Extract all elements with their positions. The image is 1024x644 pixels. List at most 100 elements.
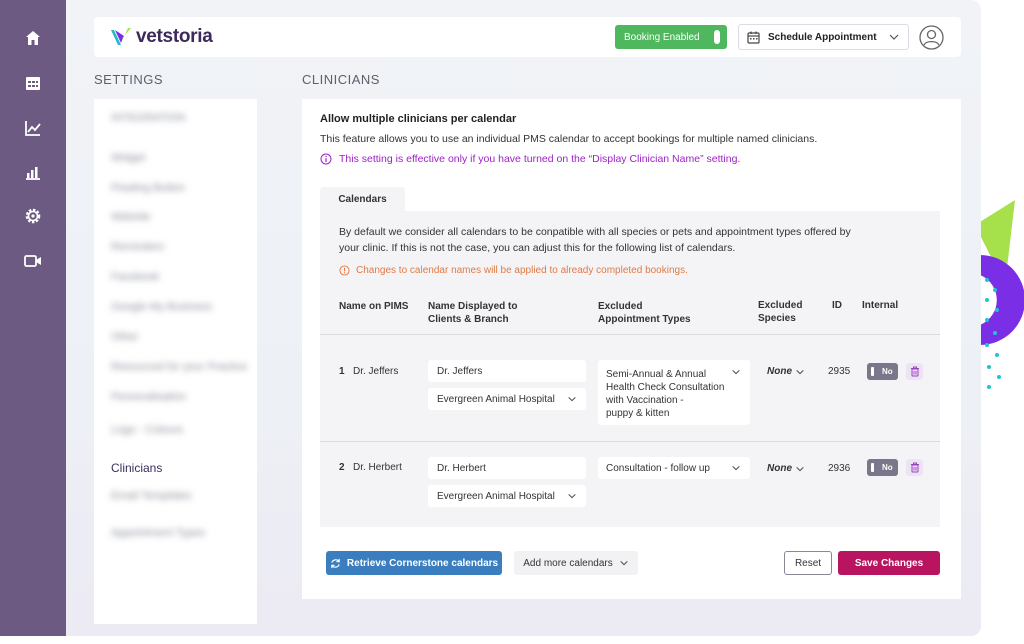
chevron-down-icon (568, 493, 576, 499)
chevron-down-icon (620, 560, 628, 566)
schedule-appointment-dropdown[interactable]: Schedule Appointment (738, 24, 909, 50)
excluded-types-line: Consultation - follow up (606, 462, 710, 474)
internal-toggle[interactable]: No (867, 459, 898, 476)
calendar-grid-icon[interactable] (23, 73, 43, 93)
settings-title: SETTINGS (94, 72, 164, 87)
video-icon[interactable] (23, 251, 43, 271)
clinicians-title: CLINICIANS (302, 72, 380, 87)
branch-select[interactable]: Evergreen Animal Hospital (428, 388, 586, 410)
settings-item-other[interactable]: Other (111, 331, 139, 343)
display-name-input[interactable]: Dr. Jeffers (428, 360, 586, 382)
settings-item-widget[interactable]: Widget (111, 152, 145, 164)
excluded-species-value: None (767, 366, 792, 377)
toggle-knob (714, 30, 720, 44)
nav-sidebar (0, 0, 66, 636)
internal-toggle[interactable]: No (867, 363, 898, 380)
col-id: ID (832, 300, 842, 311)
info-icon (320, 153, 332, 165)
clinicians-heading: Allow multiple clinicians per calendar (320, 113, 517, 125)
chevron-down-icon (732, 369, 740, 375)
trash-icon (910, 366, 919, 377)
display-name-input[interactable]: Dr. Herbert (428, 457, 586, 479)
delete-calendar-button[interactable] (906, 363, 923, 380)
col-excluded-species-line2: Species (758, 313, 796, 324)
col-name-on-pims: Name on PIMS (339, 301, 409, 312)
add-more-label: Add more calendars (523, 557, 613, 569)
branch-value: Evergreen Animal Hospital (437, 393, 555, 405)
chevron-down-icon (796, 466, 804, 472)
col-excluded-species: Excluded Species (758, 299, 802, 325)
chevron-down-icon (732, 465, 740, 471)
display-name-value: Dr. Jeffers (437, 365, 483, 377)
logo-text: vetstoria (136, 26, 213, 47)
settings-item-email-templates[interactable]: Email Templates (111, 490, 192, 502)
excluded-types-line: with Vaccination - (606, 395, 684, 406)
schedule-label: Schedule Appointment (768, 31, 877, 43)
excluded-types-select[interactable]: Consultation - follow up (598, 457, 750, 479)
booking-enabled-toggle[interactable]: Booking Enabled (615, 25, 727, 49)
excluded-types-line: puppy & kitten (606, 408, 670, 419)
delete-calendar-button[interactable] (906, 459, 923, 476)
excluded-species-select[interactable]: None (767, 366, 792, 377)
row-index: 1 (339, 366, 345, 377)
internal-toggle-label: No (882, 463, 893, 472)
settings-item-google[interactable]: Google My Business (111, 301, 212, 313)
col-name-displayed: Name Displayed to Clients & Branch (428, 300, 517, 326)
branch-value: Evergreen Animal Hospital (437, 490, 555, 502)
settings-item-floating-button[interactable]: Floating Button (111, 182, 185, 194)
row-pims-name: Dr. Jeffers (353, 366, 399, 377)
tab-calendars[interactable]: Calendars (320, 187, 405, 211)
clinicians-description: This feature allows you to use an indivi… (320, 133, 818, 145)
settings-item-integration[interactable]: INTEGRATION (111, 112, 185, 124)
display-name-value: Dr. Herbert (437, 462, 486, 474)
gear-icon[interactable] (23, 206, 43, 226)
settings-item-logo-colours[interactable]: Logo - Colours (111, 424, 183, 436)
calendars-description-line2: your clinic. If this is not the case, yo… (339, 242, 736, 254)
vetstoria-logo: vetstoria (110, 26, 213, 48)
chevron-down-icon (796, 369, 804, 375)
settings-item-website[interactable]: Website (111, 211, 151, 223)
col-name-displayed-line2: Clients & Branch (428, 314, 509, 325)
warning-icon (339, 265, 350, 276)
internal-toggle-label: No (882, 367, 893, 376)
settings-item-clinicians[interactable]: Clinicians (111, 461, 162, 475)
settings-item-facebook[interactable]: Facebook (111, 271, 159, 283)
bar-chart-icon[interactable] (23, 162, 43, 182)
settings-item-personalisation[interactable]: Personalisation (111, 391, 186, 403)
col-internal: Internal (862, 300, 899, 311)
row-pims-name: Dr. Herbert (353, 462, 402, 473)
excluded-types-line: Semi-Annual & Annual (606, 369, 707, 380)
calendar-id: 2935 (828, 366, 851, 377)
decorative-shapes (975, 200, 1024, 389)
chevron-down-icon (568, 396, 576, 402)
calendar-id: 2936 (828, 463, 851, 474)
refresh-icon (331, 558, 340, 568)
table-header-divider (320, 334, 940, 335)
col-excluded-appt-line1: Excluded (598, 301, 643, 312)
booking-toggle-label: Booking Enabled (624, 31, 700, 43)
branch-select[interactable]: Evergreen Animal Hospital (428, 485, 586, 507)
add-more-calendars-dropdown[interactable]: Add more calendars (514, 551, 638, 575)
calendar-icon (747, 31, 760, 44)
reset-button[interactable]: Reset (784, 551, 832, 575)
retrieve-label: Retrieve Cornerstone calendars (346, 557, 499, 569)
save-changes-button[interactable]: Save Changes (838, 551, 940, 575)
chevron-down-icon (889, 34, 899, 40)
retrieve-calendars-button[interactable]: Retrieve Cornerstone calendars (326, 551, 502, 575)
settings-item-resources[interactable]: Resourced for your Practice (111, 361, 247, 373)
toggle-knob (871, 367, 874, 376)
excluded-species-select[interactable]: None (767, 463, 792, 474)
col-excluded-appointment-types: Excluded Appointment Types (598, 300, 691, 326)
toggle-knob (871, 463, 874, 472)
settings-item-appointment-types[interactable]: Appointment Types (111, 527, 205, 539)
line-chart-icon[interactable] (23, 118, 43, 138)
col-excluded-appt-line2: Appointment Types (598, 314, 691, 325)
excluded-types-line: Health Check Consultation (606, 382, 725, 393)
col-name-displayed-line1: Name Displayed to (428, 301, 518, 312)
settings-item-reminders[interactable]: Reminders (111, 241, 164, 253)
user-avatar-icon[interactable] (919, 25, 944, 50)
trash-icon (910, 462, 919, 473)
excluded-types-select[interactable]: Semi-Annual & Annual Health Check Consul… (598, 360, 750, 425)
home-icon[interactable] (23, 28, 43, 48)
vetstoria-logo-icon (111, 28, 131, 45)
